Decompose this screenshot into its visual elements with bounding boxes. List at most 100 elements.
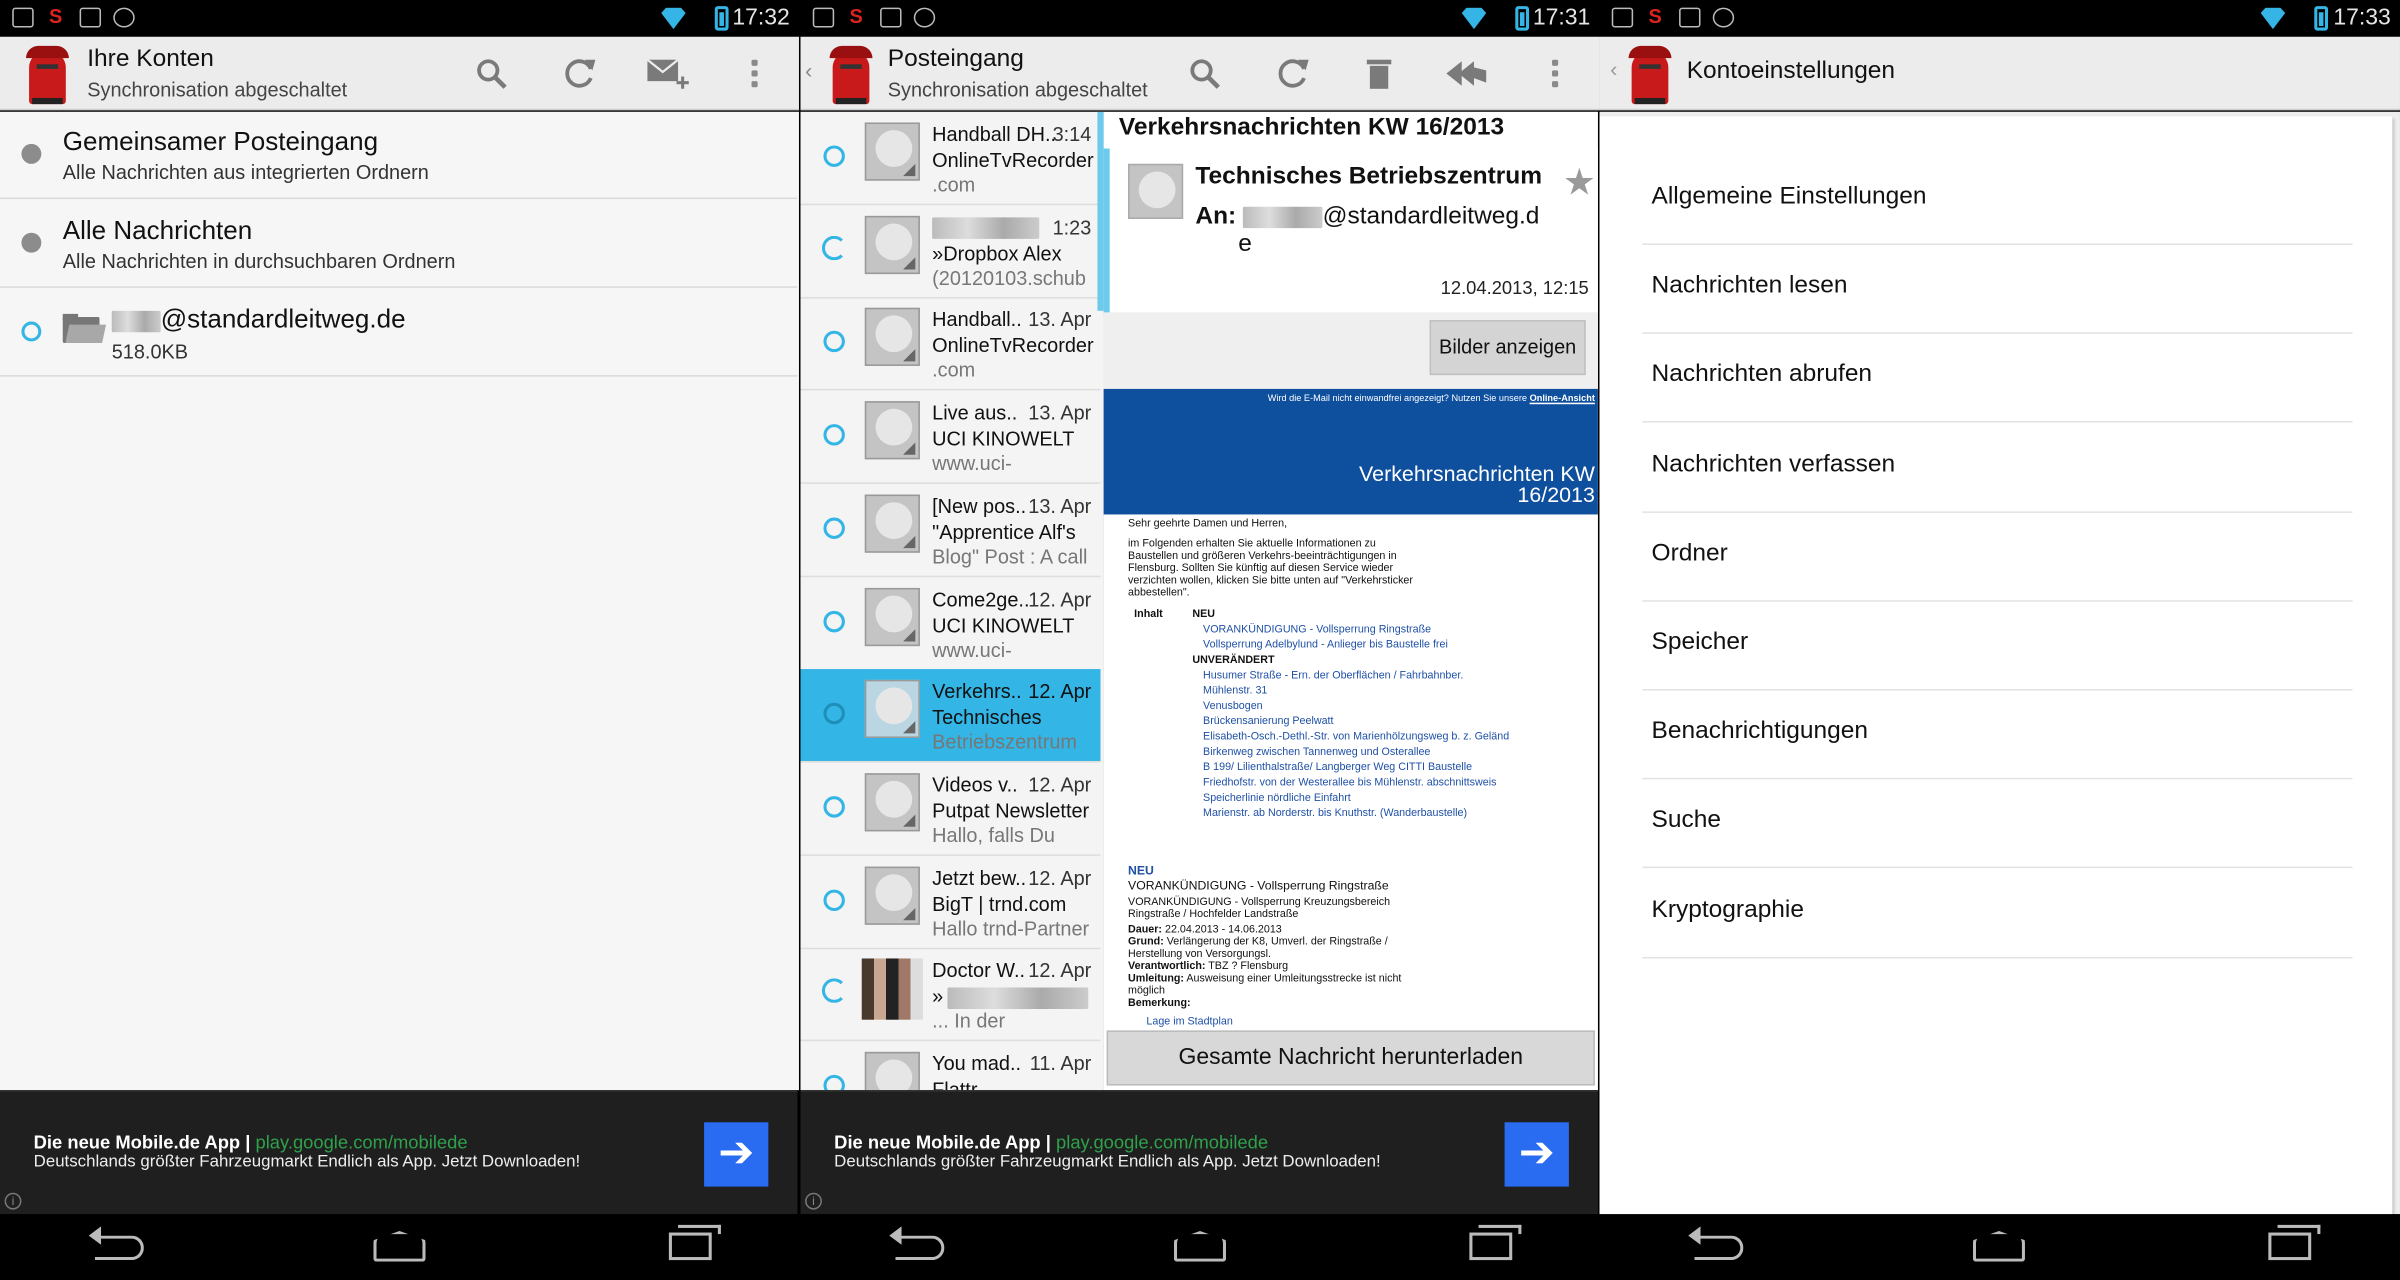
star-icon[interactable]: ★	[1563, 161, 1596, 205]
settings-item[interactable]: Ordner	[1642, 513, 2353, 602]
map-link[interactable]: Lage im Stadtplan	[1128, 1017, 1587, 1029]
message-row[interactable]: Handball.. 13. Apr OnlineTvRecorder .com	[800, 298, 1101, 392]
refresh-icon[interactable]	[562, 55, 599, 92]
settings-item[interactable]: Kryptographie	[1642, 869, 2353, 958]
select-checkbox[interactable]	[823, 424, 845, 446]
sender-avatar[interactable]	[864, 494, 920, 553]
toc-link[interactable]: VORANKÜNDIGUNG - Vollsperrung Ringstraße	[1192, 625, 1513, 637]
status-time: 17:32	[732, 4, 790, 31]
message-row[interactable]: You mad.. 11. Apr Flattr	[801, 1041, 1101, 1091]
toc-link[interactable]: Husumer Straße - Ern. der Oberflächen / …	[1192, 671, 1513, 683]
back-icon[interactable]	[88, 1226, 144, 1261]
settings-item[interactable]: Benachrichtigungen	[1642, 691, 2353, 780]
ad-link[interactable]: play.google.com/mobilede	[1056, 1131, 1268, 1152]
sender-avatar[interactable]	[864, 215, 920, 274]
home-icon[interactable]	[1972, 1231, 2025, 1262]
home-icon[interactable]	[373, 1231, 426, 1262]
toc-link[interactable]: Brückensanierung Peelwatt	[1192, 717, 1513, 729]
toc-link[interactable]: Birkenweg zwischen Tannenweg und Osteral…	[1192, 747, 1513, 759]
select-checkbox[interactable]	[823, 888, 845, 911]
recent-apps-icon[interactable]	[668, 1224, 721, 1261]
sync-icon[interactable]	[821, 978, 847, 1004]
sender-avatar[interactable]	[864, 865, 920, 925]
trash-icon[interactable]	[1361, 55, 1398, 92]
ad-info-icon[interactable]: i	[4, 1192, 22, 1210]
sender-avatar[interactable]	[864, 1051, 920, 1091]
settings-item[interactable]: Speicher	[1642, 602, 2353, 691]
message-row[interactable]: Doctor W.. 12. Apr»... In der	[800, 948, 1101, 1042]
home-icon[interactable]	[1173, 1231, 1227, 1262]
message-row[interactable]: Live aus.. 13. Apr UCI KINOWELT www.uci-	[800, 391, 1101, 484]
settings-item[interactable]: Suche	[1642, 780, 2353, 869]
overflow-menu-icon[interactable]	[1552, 59, 1559, 88]
toc-link[interactable]: Venusbogen	[1192, 701, 1513, 713]
message-row[interactable]: [New pos.. 13. Apr "Apprentice Alf's Blog" …	[800, 484, 1101, 577]
back-icon[interactable]	[889, 1226, 945, 1261]
message-row[interactable]: Come2ge.. 12. Apr UCI KINOWELT www.uci-	[800, 576, 1101, 670]
settings-item[interactable]: Nachrichten verfassen	[1642, 423, 2353, 513]
account-item-all-messages[interactable]: Alle Nachrichten Alle Nachrichten in dur…	[0, 199, 798, 288]
toc-link[interactable]: Speicherlinie nördliche Einfahrt	[1192, 793, 1513, 805]
toc-link[interactable]: B 199/ Lilienthalstraße/ Langberger Weg …	[1192, 762, 1513, 774]
select-checkbox[interactable]	[823, 703, 845, 725]
app-logo-mailbox-icon[interactable]	[829, 43, 873, 105]
sender-avatar[interactable]	[864, 587, 920, 646]
reply-all-icon[interactable]	[1443, 55, 1489, 92]
sender-avatar[interactable]	[864, 122, 920, 181]
up-caret-icon[interactable]: ‹	[1610, 57, 1617, 81]
download-full-message-button[interactable]: Gesamte Nachricht herunterladen	[1106, 1030, 1595, 1086]
ad-link[interactable]: play.google.com/mobilede	[256, 1131, 468, 1152]
sender-avatar[interactable]	[864, 773, 920, 832]
search-icon[interactable]	[473, 55, 510, 92]
back-icon[interactable]	[1688, 1226, 1744, 1261]
ad-arrow-button[interactable]: ➔	[1504, 1122, 1569, 1187]
status-time: 17:31	[1532, 4, 1591, 31]
message-preview: ... In der	[932, 1009, 1006, 1033]
select-checkbox[interactable]	[823, 331, 845, 353]
settings-item[interactable]: Nachrichten abrufen	[1642, 334, 2353, 424]
refresh-icon[interactable]	[1275, 55, 1312, 92]
compose-icon[interactable]	[646, 55, 692, 92]
select-checkbox[interactable]	[823, 517, 845, 539]
ad-info-icon[interactable]: i	[805, 1192, 822, 1210]
online-view-link[interactable]: Online-Ansicht	[1530, 395, 1595, 404]
sender-avatar[interactable]	[864, 680, 920, 739]
app-logo-mailbox-icon[interactable]	[1628, 43, 1672, 105]
sender-avatar[interactable]	[864, 308, 920, 367]
recent-apps-icon[interactable]	[2268, 1224, 2321, 1261]
sender-avatar[interactable]	[861, 958, 923, 1021]
select-checkbox[interactable]	[823, 1074, 845, 1091]
message-row[interactable]: Jetzt bew.. 12. Apr BigT | trnd.com Hallo t…	[800, 855, 1101, 949]
message-row[interactable]: Handball DH.. 3:14 OnlineTvRecorder .com	[800, 112, 1101, 206]
overflow-menu-icon[interactable]	[751, 59, 758, 88]
toc-link[interactable]: Elisabeth-Osch.-Dethl.-Str. von Marienhö…	[1192, 732, 1513, 744]
up-caret-icon[interactable]: ‹	[805, 58, 812, 82]
show-images-button[interactable]: Bilder anzeigen	[1429, 319, 1586, 376]
select-checkbox[interactable]	[823, 145, 845, 167]
account-item-standardleitweg[interactable]: @standardleitweg.de 518.0KB	[0, 288, 798, 377]
ad-banner[interactable]: Die neue Mobile.de App | play.google.com…	[800, 1090, 1598, 1215]
message-row[interactable]: Verkehrs.. 12. Apr Technisches Betriebszent…	[800, 669, 1101, 763]
detail-verantwortlich: Verantwortlich: TBZ ? Flensburg	[1128, 962, 1587, 974]
ad-arrow-button[interactable]: ➔	[704, 1122, 769, 1187]
select-checkbox[interactable]	[823, 610, 845, 632]
message-preview: www.uci-	[932, 451, 1012, 475]
toc-link[interactable]: Friedhofstr. von der Westerallee bis Müh…	[1192, 778, 1513, 790]
message-row[interactable]: 1:23 »Dropbox Alex (20120103.schub	[800, 205, 1101, 299]
sender-avatar[interactable]	[1128, 163, 1184, 219]
toc-link[interactable]: Vollsperrung Adelbylund - Anlieger bis B…	[1192, 640, 1513, 652]
account-item-unified-inbox[interactable]: Gemeinsamer Posteingang Alle Nachrichten…	[0, 112, 798, 200]
toc-link[interactable]: Marienstr. ab Norderstr. bis Knuthstr. (…	[1192, 808, 1513, 820]
settings-item-label: Suche	[1651, 807, 1721, 834]
toc-link[interactable]: Mühlenstr. 31	[1192, 686, 1513, 698]
ad-banner[interactable]: Die neue Mobile.de App | play.google.com…	[0, 1090, 798, 1215]
settings-item[interactable]: Nachrichten lesen	[1642, 245, 2353, 335]
sender-avatar[interactable]	[864, 401, 920, 460]
message-row[interactable]: Videos v.. 12. Apr Putpat Newsletter Hallo,…	[800, 762, 1101, 856]
sync-icon[interactable]	[821, 235, 847, 260]
select-checkbox[interactable]	[823, 796, 845, 818]
search-icon[interactable]	[1186, 55, 1223, 92]
settings-item[interactable]: Allgemeine Einstellungen	[1642, 156, 2353, 245]
app-logo-mailbox-icon[interactable]	[26, 43, 69, 105]
recent-apps-icon[interactable]	[1469, 1224, 1522, 1261]
